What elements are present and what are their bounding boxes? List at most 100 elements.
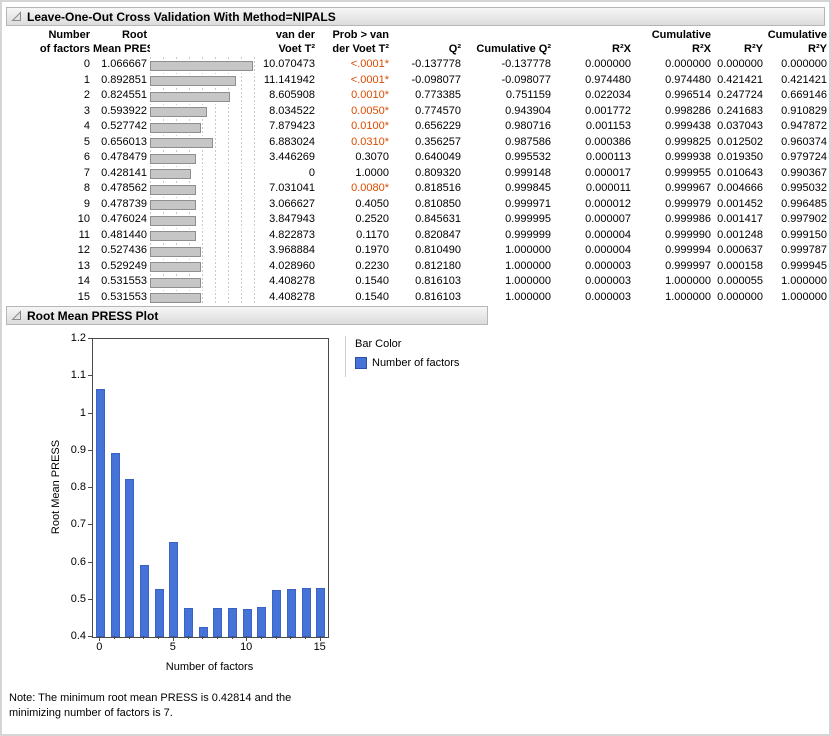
- press-bar-10[interactable]: [242, 608, 252, 637]
- cell-press-bar: [150, 103, 262, 119]
- cell-press: 0.593922: [101, 104, 147, 117]
- plot-box[interactable]: [92, 338, 329, 638]
- cell-t2: 7.031041: [269, 182, 315, 194]
- cell-q2: 0.816103: [415, 275, 461, 287]
- cell-cumr2y: 1.000000: [781, 275, 827, 287]
- col-header-cumr2y: Cumulative R²Y: [767, 29, 827, 55]
- cell-cumr2x: 0.999986: [665, 213, 711, 225]
- col-header-r2y: R²Y: [744, 43, 763, 55]
- cell-t2: 11.141942: [263, 73, 315, 86]
- cv-table-row: 8 0.478562 7.031041 0.0080* 0.818516 0.999845…: [5, 181, 829, 197]
- cell-cumr2y: 0.996485: [781, 197, 827, 210]
- cell-q2: 0.810850: [415, 197, 461, 210]
- press-bar-12[interactable]: [272, 589, 282, 637]
- cell-factors: 8: [83, 182, 90, 194]
- press-inline-bar: [150, 200, 197, 211]
- cell-cumq2: 0.999995: [505, 213, 551, 225]
- cell-cumr2y: 0.947872: [781, 120, 827, 132]
- press-bar-15[interactable]: [316, 588, 326, 637]
- cell-press-bar: [150, 134, 262, 150]
- legend-entry[interactable]: Number of factors: [355, 357, 459, 369]
- press-bar-5[interactable]: [169, 541, 179, 637]
- disclosure-triangle-icon[interactable]: [11, 310, 22, 321]
- cell-factors: 15: [77, 290, 90, 303]
- press-bar-2[interactable]: [125, 478, 135, 637]
- y-tick-mark: [88, 487, 92, 488]
- cell-cumr2y: 0.999945: [781, 259, 827, 272]
- cell-cumr2x: 0.999979: [665, 197, 711, 210]
- x-tick-mark: [158, 636, 160, 639]
- press-inline-bar: [150, 107, 208, 118]
- cell-r2x: 0.000003: [585, 290, 631, 303]
- x-tick-mark: [114, 636, 115, 639]
- cell-cumr2y: 0.997902: [781, 213, 827, 225]
- col-header-q2: Q²: [448, 43, 461, 55]
- cell-press-bar: [150, 243, 262, 259]
- press-bar-7[interactable]: [198, 626, 208, 637]
- cell-press: 0.656013: [101, 135, 147, 148]
- cell-factors: 6: [83, 151, 90, 163]
- cell-cumr2x: 0.999997: [665, 259, 711, 272]
- cell-r2y: 0.000055: [717, 275, 763, 287]
- press-bar-13[interactable]: [286, 588, 296, 637]
- cell-press-bar: [150, 72, 262, 88]
- cell-t2: 3.066627: [269, 197, 315, 210]
- cell-prob: 0.0050*: [351, 104, 389, 117]
- press-bar-9[interactable]: [228, 607, 237, 637]
- legend-title: Bar Color: [355, 338, 402, 350]
- cell-cumr2y: 0.979724: [781, 151, 827, 163]
- cell-press: 0.476024: [101, 213, 147, 225]
- press-bar-14[interactable]: [301, 588, 311, 637]
- cell-cumq2: 0.980716: [505, 120, 551, 132]
- x-tick-mark: [290, 636, 292, 639]
- cell-press: 0.527742: [101, 120, 147, 132]
- cell-prob: 0.1540: [355, 275, 389, 287]
- cell-prob: <.0001*: [350, 58, 389, 70]
- cv-table-row: 4 0.527742 7.879423 0.0100* 0.656229 0.980716…: [5, 119, 829, 135]
- cell-q2: 0.809320: [415, 166, 461, 179]
- press-bar-6[interactable]: [184, 607, 193, 637]
- cell-cumr2y: 0.421421: [781, 73, 827, 86]
- cell-prob: 1.0000: [355, 166, 389, 179]
- cell-cumr2y: 0.999787: [781, 244, 827, 256]
- disclosure-triangle-icon[interactable]: [11, 11, 22, 22]
- cell-press: 0.531553: [101, 275, 147, 287]
- cell-prob: 0.0010*: [351, 89, 389, 101]
- press-inline-bar: [150, 184, 197, 195]
- x-tick-label: 0: [96, 641, 103, 653]
- cell-press: 0.478562: [101, 182, 147, 194]
- press-bar-3[interactable]: [139, 564, 149, 637]
- cell-cumq2: 0.995532: [505, 151, 551, 163]
- press-plot-section-header[interactable]: Root Mean PRESS Plot: [6, 306, 488, 325]
- col-header-r2x: R²X: [612, 43, 631, 55]
- cell-q2: 0.656229: [415, 120, 461, 132]
- cell-press: 0.481440: [101, 228, 147, 241]
- x-tick-label: 10: [240, 641, 253, 653]
- col-header-cumq2: Cumulative Q²: [476, 43, 551, 55]
- cell-press: 0.478479: [101, 151, 147, 163]
- cell-prob: 0.2520: [355, 213, 389, 225]
- cell-press-bar: [150, 119, 262, 135]
- cell-r2y: 0.001417: [717, 213, 763, 225]
- press-bar-8[interactable]: [213, 607, 223, 637]
- y-tick-mark: [88, 338, 92, 339]
- press-bar-11[interactable]: [257, 606, 267, 637]
- cell-q2: 0.810490: [415, 244, 461, 256]
- cell-q2: -0.137778: [411, 58, 461, 70]
- y-tick-mark: [88, 636, 92, 637]
- cell-r2x: 0.000007: [585, 213, 631, 225]
- cell-r2x: 0.000004: [585, 228, 631, 241]
- cv-table-row: 10 0.476024 3.847943 0.2520 0.845631 0.999995…: [5, 212, 829, 228]
- cell-cumr2y: 0.990367: [781, 166, 827, 179]
- press-bar-0[interactable]: [95, 388, 105, 637]
- cv-table-body: 0 1.066667 10.070473 <.0001* -0.137778 -0.137…: [5, 57, 829, 305]
- x-axis-label: Number of factors: [165, 661, 254, 673]
- cell-r2y: 0.004666: [717, 182, 763, 194]
- cell-r2y: 0.241683: [717, 104, 763, 117]
- cv-section-header[interactable]: Leave-One-Out Cross Validation With Meth…: [6, 7, 825, 26]
- press-bar-4[interactable]: [154, 589, 164, 637]
- cell-cumr2y: 0.999150: [781, 228, 827, 241]
- cell-cumr2x: 0.998286: [665, 104, 711, 117]
- press-bar-1[interactable]: [110, 453, 120, 637]
- press-inline-bar: [150, 215, 196, 226]
